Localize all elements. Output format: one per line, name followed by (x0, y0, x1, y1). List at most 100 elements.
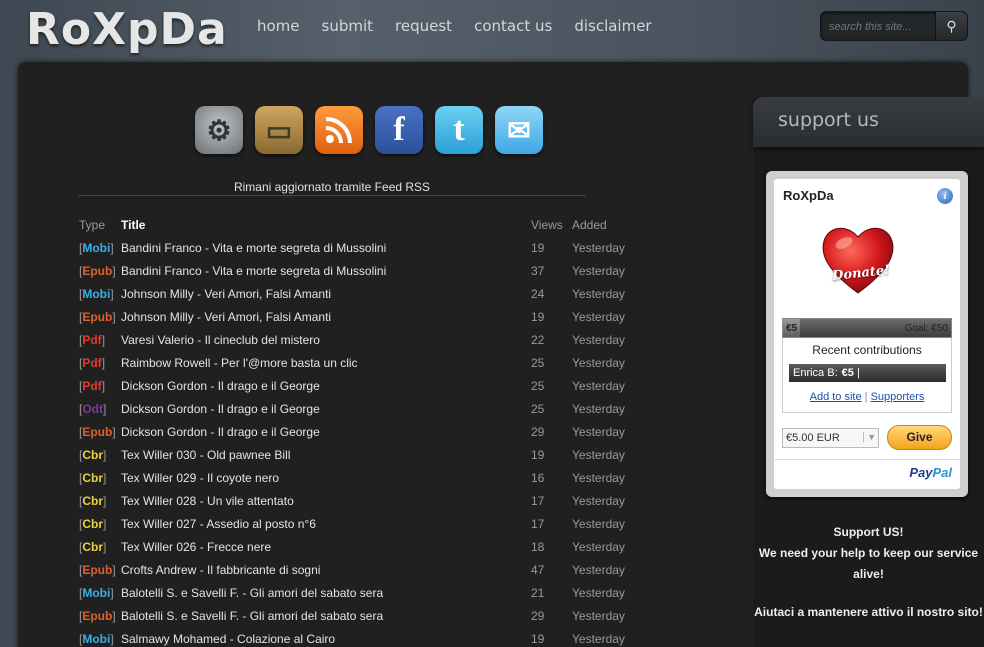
table-row: [Epub] Johnson Milly - Veri Amori, Falsi … (79, 305, 679, 328)
nav-contact-us[interactable]: contact us (474, 17, 552, 35)
type-badge: [Pdf] (79, 378, 106, 393)
table-row: [Pdf] Raimbow Rowell - Per l'@more basta … (79, 351, 679, 374)
type-badge: [Pdf] (79, 355, 106, 370)
header: RoXpDa home submit request contact us di… (0, 0, 984, 62)
support-message: Support US! We need your help to keep ou… (753, 522, 984, 585)
title-link[interactable]: Balotelli S. e Savelli F. - Gli amori de… (121, 586, 531, 600)
views-count: 19 (531, 447, 545, 462)
added-date: Yesterday (572, 608, 625, 623)
title-link[interactable]: Dickson Gordon - Il drago e il George (121, 425, 531, 439)
support-message-line2: We need your help to keep our service al… (758, 546, 979, 581)
link-separator: | (864, 391, 868, 403)
search-input[interactable] (829, 19, 939, 35)
title-link[interactable]: Tex Willer 029 - Il coyote nero (121, 471, 531, 485)
views-count: 18 (531, 539, 545, 554)
nav-submit[interactable]: submit (322, 17, 374, 35)
title-link[interactable]: Bandini Franco - Vita e morte segreta di… (121, 241, 531, 255)
added-date: Yesterday (572, 263, 625, 278)
type-badge: [Epub] (79, 562, 116, 577)
added-date: Yesterday (572, 562, 625, 577)
views-count: 17 (531, 516, 545, 531)
type-badge: [Pdf] (79, 332, 106, 347)
twitter-icon[interactable]: t (435, 106, 483, 154)
type-badge: [Epub] (79, 608, 116, 623)
views-count: 17 (531, 493, 545, 508)
views-count: 19 (531, 309, 545, 324)
title-link[interactable]: Varesi Valerio - Il cineclub del mistero (121, 333, 531, 347)
goal-amount: Goal: €50 (904, 323, 948, 334)
donation-widget: RoXpDa i Donate! €5 Goal: €50 Recent con… (774, 179, 960, 489)
title-link[interactable]: Dickson Gordon - Il drago e il George (121, 379, 531, 393)
donation-widget-frame: RoXpDa i Donate! €5 Goal: €50 Recent con… (766, 171, 968, 497)
latest-uploads-table: Type Title Views Added [Mobi] Bandini Fra… (79, 213, 679, 647)
title-link[interactable]: Crofts Andrew - Il fabbricante di sogni (121, 563, 531, 577)
rss-icon[interactable] (315, 106, 363, 154)
table-body: [Mobi] Bandini Franco - Vita e morte segr… (79, 236, 679, 647)
divider (774, 459, 960, 460)
contribution-amount: €5 (841, 367, 854, 379)
nav-disclaimer[interactable]: disclaimer (574, 17, 651, 35)
tv-icon[interactable]: ▭ (255, 106, 303, 154)
title-link[interactable]: Johnson Milly - Veri Amori, Falsi Amanti (121, 287, 531, 301)
views-count: 24 (531, 286, 545, 301)
added-date: Yesterday (572, 470, 625, 485)
title-link[interactable]: Tex Willer 028 - Un vile attentato (121, 494, 531, 508)
contributor-name: Enrica B: (793, 367, 838, 379)
supporters-link[interactable]: Supporters (871, 391, 925, 403)
widget-title: RoXpDa (783, 188, 834, 203)
type-badge: [Cbr] (79, 493, 107, 508)
table-row: [Epub] Dickson Gordon - Il drago e il Geo… (79, 420, 679, 443)
nav-request[interactable]: request (395, 17, 452, 35)
added-date: Yesterday (572, 332, 625, 347)
feed-rss-text[interactable]: Rimani aggiornato tramite Feed RSS (227, 180, 437, 194)
goal-progress-bar: €5 Goal: €50 (782, 318, 952, 338)
support-heading-bar: support us (753, 97, 984, 147)
give-button[interactable]: Give (887, 425, 952, 450)
support-sidebar: support us RoXpDa i Donate! €5 Goal: €50… (753, 97, 984, 647)
table-row: [Mobi] Salmawy Mohamed - Colazione al Cai… (79, 627, 679, 647)
added-date: Yesterday (572, 401, 625, 416)
type-badge: [Cbr] (79, 516, 107, 531)
title-link[interactable]: Salmawy Mohamed - Colazione al Cairo (121, 632, 531, 646)
views-count: 19 (531, 631, 545, 646)
title-link[interactable]: Tex Willer 030 - Old pawnee Bill (121, 448, 531, 462)
table-row: [Cbr] Tex Willer 030 - Old pawnee Bill 19 Y… (79, 443, 679, 466)
views-count: 21 (531, 585, 545, 600)
nav-home[interactable]: home (257, 17, 300, 35)
views-count: 22 (531, 332, 545, 347)
type-badge: [Mobi] (79, 286, 114, 301)
table-row: [Epub] Balotelli S. e Savelli F. - Gli am… (79, 604, 679, 627)
type-badge: [Mobi] (79, 585, 114, 600)
site-logo[interactable]: RoXpDa (26, 4, 228, 55)
title-link[interactable]: Johnson Milly - Veri Amori, Falsi Amanti (121, 310, 531, 324)
type-badge: [Cbr] (79, 470, 107, 485)
added-date: Yesterday (572, 424, 625, 439)
views-count: 29 (531, 608, 545, 623)
widget-links: Add to site | Supporters (783, 391, 951, 403)
info-icon[interactable]: i (937, 188, 953, 204)
settings-icon[interactable]: ⚙ (195, 106, 243, 154)
amount-select[interactable]: €5.00 EUR ▼ (782, 428, 879, 448)
added-date: Yesterday (572, 447, 625, 462)
support-message-italian: Aiutaci a mantenere attivo il nostro sit… (754, 605, 983, 619)
views-count: 19 (531, 240, 545, 255)
type-badge: [Odt] (79, 401, 107, 416)
title-link[interactable]: Tex Willer 027 - Assedio al posto n°6 (121, 517, 531, 531)
added-date: Yesterday (572, 309, 625, 324)
added-date: Yesterday (572, 493, 625, 508)
add-to-site-link[interactable]: Add to site (810, 391, 862, 403)
search-button[interactable]: ⚲ (935, 12, 967, 40)
facebook-icon[interactable]: f (375, 106, 423, 154)
table-row: [Cbr] Tex Willer 029 - Il coyote nero 16 Ye… (79, 466, 679, 489)
title-link[interactable]: Balotelli S. e Savelli F. - Gli amori de… (121, 609, 531, 623)
title-link[interactable]: Dickson Gordon - Il drago e il George (121, 402, 531, 416)
donate-heart-icon[interactable] (818, 219, 898, 299)
title-link[interactable]: Tex Willer 026 - Frecce nere (121, 540, 531, 554)
title-link[interactable]: Raimbow Rowell - Per l'@more basta un cl… (121, 356, 531, 370)
mail-icon[interactable]: ✉ (495, 106, 543, 154)
title-link[interactable]: Bandini Franco - Vita e morte segreta di… (121, 264, 531, 278)
recent-contributions-title: Recent contributions (812, 343, 922, 357)
table-row: [Cbr] Tex Willer 026 - Frecce nere 18 Yeste… (79, 535, 679, 558)
table-row: [Cbr] Tex Willer 027 - Assedio al posto n… (79, 512, 679, 535)
views-count: 25 (531, 401, 545, 416)
